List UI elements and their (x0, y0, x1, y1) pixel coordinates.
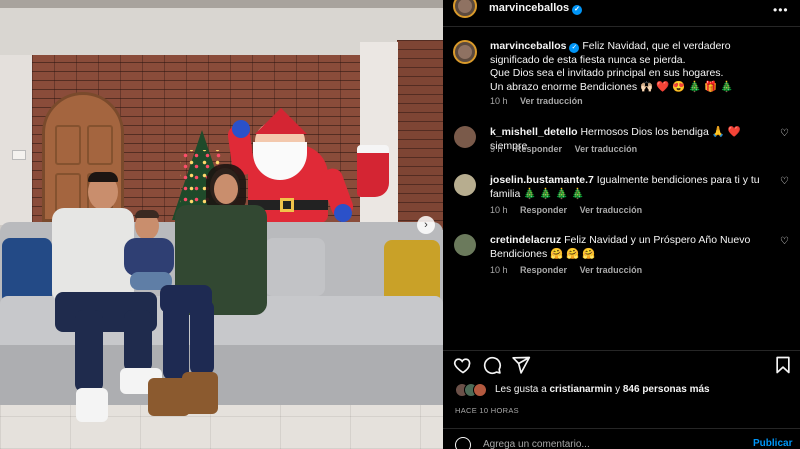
sofa-front (0, 345, 443, 405)
post-header: marvinceballos ✓ ••• (443, 0, 800, 27)
liker-avatars[interactable] (455, 383, 495, 397)
caption-time[interactable]: 10 h (490, 96, 508, 106)
author-username-text[interactable]: marvinceballos (489, 2, 569, 14)
child-hair (135, 210, 159, 218)
post-image[interactable]: › (0, 0, 443, 449)
comment-icon[interactable] (482, 355, 502, 375)
commenter-username[interactable]: k_mishell_detello (490, 126, 578, 138)
avatar-image (458, 0, 472, 13)
see-translation-link[interactable]: Ver traducción (580, 265, 643, 275)
bookmark-icon[interactable] (773, 355, 793, 375)
commenter-username[interactable]: cretindelacruz (490, 234, 561, 246)
post-timestamp[interactable]: HACE 10 HORAS (455, 406, 519, 415)
commenter-avatar[interactable] (454, 174, 476, 196)
woman-boot (182, 372, 218, 414)
heart-icon[interactable] (453, 355, 473, 375)
man-leg (75, 310, 103, 392)
chevron-right-icon[interactable]: › (417, 216, 435, 234)
likes-prefix: Les gusta a (495, 384, 550, 395)
author-username[interactable]: marvinceballos ✓ (489, 2, 583, 15)
verified-badge-icon: ✓ (572, 5, 583, 15)
comment-meta: 10 h Responder Ver traducción (490, 205, 652, 215)
caption-line: Que Dios sea el invitado principal en su… (490, 67, 724, 79)
woman-leg (190, 300, 214, 375)
comment-time[interactable]: 10 h (490, 205, 508, 215)
share-icon[interactable] (511, 355, 531, 375)
likes-summary: Les gusta a cristianarmin y 846 personas… (495, 384, 710, 395)
caption-line: Un abrazo enorme Bendiciones 🙌🏻 ❤️ 😍 🎄 🎁… (490, 80, 734, 93)
author-avatar[interactable] (453, 0, 477, 18)
woman-leg (163, 300, 189, 380)
brick-wall-right (397, 40, 443, 230)
door-panel (87, 125, 113, 165)
gray-cushion (265, 238, 325, 296)
comment-meta: 10 h Responder Ver traducción (490, 265, 652, 275)
man-leg (124, 310, 152, 372)
likes-connector: y (612, 384, 623, 395)
heart-icon[interactable]: ♡ (780, 128, 789, 139)
publish-button[interactable]: Publicar (753, 438, 792, 449)
man-sweater (52, 208, 134, 303)
santa-glove (334, 204, 352, 222)
comment-text: joselin.bustamante.7 Igualmente bendicio… (490, 174, 775, 201)
santa-hat (255, 108, 307, 134)
door-panel (55, 125, 81, 165)
caption-avatar[interactable] (453, 40, 477, 64)
see-translation-link[interactable]: Ver traducción (580, 205, 643, 215)
caption-username[interactable]: marvinceballos (490, 40, 566, 52)
child-shirt (124, 238, 174, 276)
action-bar (443, 350, 800, 375)
light-switch (12, 150, 26, 160)
avatar-image (458, 45, 472, 59)
reply-button[interactable]: Responder (520, 265, 567, 275)
pillar (360, 42, 398, 232)
post-sidebar: marvinceballos ✓ ••• marvinceballos ✓ Feli… (443, 0, 800, 449)
christmas-stocking (357, 145, 389, 197)
blue-cushion (2, 238, 52, 304)
more-options-icon[interactable]: ••• (773, 3, 789, 17)
door-panel (55, 173, 81, 213)
man-shoe (76, 388, 108, 422)
ceiling-shadow (0, 0, 443, 8)
commenter-username[interactable]: joselin.bustamante.7 (490, 174, 594, 186)
reply-button[interactable]: Responder (515, 144, 562, 154)
man-hair (88, 172, 118, 182)
liker-avatar (473, 383, 487, 397)
verified-badge-icon: ✓ (569, 43, 580, 53)
commenter-avatar[interactable] (454, 126, 476, 148)
see-translation-link[interactable]: Ver traducción (575, 144, 638, 154)
santa-glove (232, 120, 250, 138)
commenter-avatar[interactable] (454, 234, 476, 256)
add-comment-bar: Publicar (443, 428, 800, 449)
santa-buckle (280, 198, 294, 212)
reply-button[interactable]: Responder (520, 205, 567, 215)
heart-icon[interactable]: ♡ (780, 236, 789, 247)
caption-text: marvinceballos ✓ Feliz Navidad, que el ve… (490, 40, 775, 94)
caption-meta: 10 h Ver traducción (490, 96, 593, 106)
see-translation-link[interactable]: Ver traducción (520, 96, 583, 106)
comment-time[interactable]: 9 h (490, 144, 503, 154)
emoji-icon[interactable] (455, 437, 471, 449)
woman-face (214, 174, 238, 204)
comment-input[interactable] (483, 437, 713, 449)
comment-time[interactable]: 10 h (490, 265, 508, 275)
heart-icon[interactable]: ♡ (780, 176, 789, 187)
likes-count-link[interactable]: 846 personas más (623, 384, 710, 395)
comment-text: cretindelacruz Feliz Navidad y un Próspe… (490, 234, 775, 261)
left-wall (0, 55, 32, 225)
comment-meta: 9 h Responder Ver traducción (490, 144, 647, 154)
liker-username[interactable]: cristianarmin (549, 384, 612, 395)
